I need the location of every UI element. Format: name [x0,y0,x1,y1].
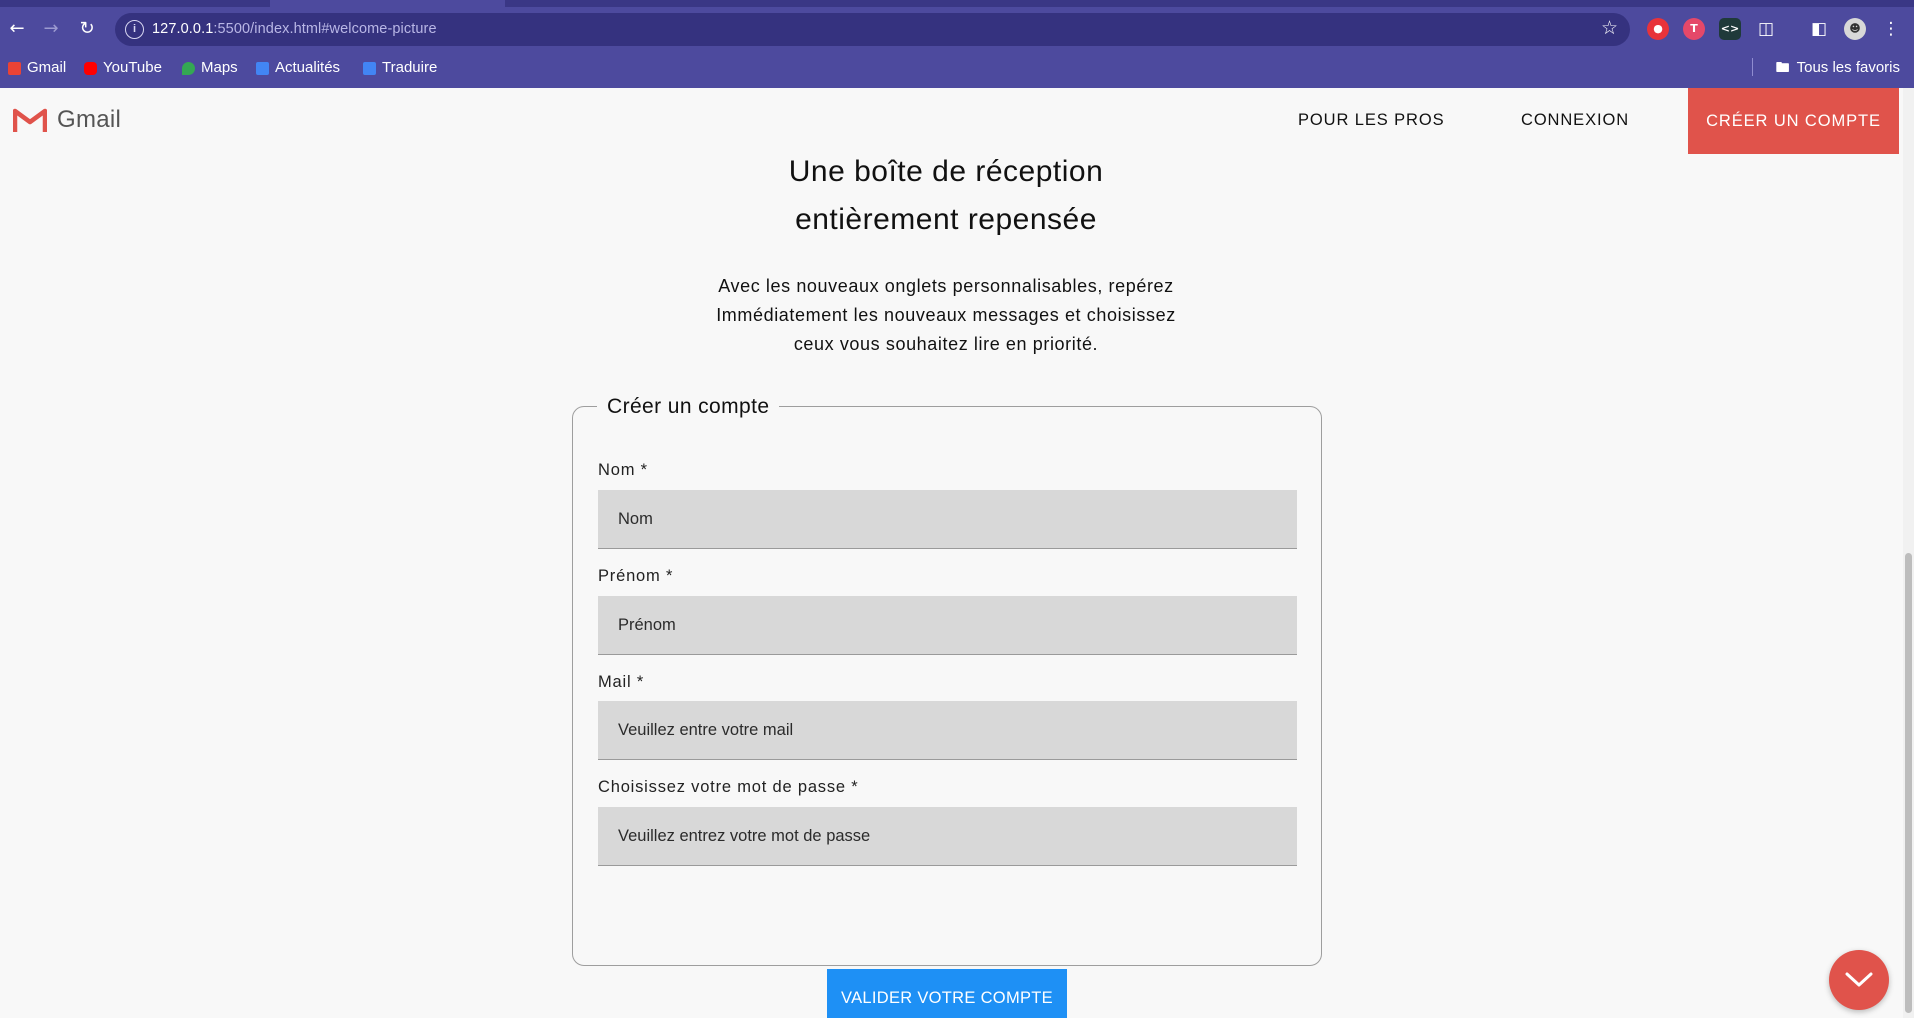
nav-login-link[interactable]: CONNEXION [1521,111,1629,130]
extension-code-icon[interactable]: <> [1719,18,1741,40]
form-legend: Créer un compte [597,395,780,419]
mail-input[interactable] [598,701,1297,760]
browser-toolbar: ← → ↻ i 127.0.0.1:5500/index.html#welcom… [0,8,1914,50]
url-host: 127.0.0.1 [152,21,214,37]
folder-icon: 🖿 [1775,60,1790,76]
reload-icon[interactable]: ↻ [74,16,100,42]
page-scrollbar[interactable] [1903,88,1914,1018]
bookmark-label: Maps [201,59,238,76]
url-path: :5500/index.html#welcome-picture [213,21,437,37]
nom-label: Nom * [598,461,648,479]
bookmark-traduire[interactable]: Traduire [363,57,437,79]
site-header: Gmail POUR LES PROS CONNEXION CRÉER UN C… [0,88,1903,154]
hero-text-line: ceux vous souhaitez lire en priorité. [793,334,1099,354]
translate-favicon-icon [363,61,376,75]
bookmark-youtube[interactable]: YouTube [84,57,162,79]
hero-title: Une boîte de réception entièrement repen… [646,148,1246,244]
web-page: Gmail POUR LES PROS CONNEXION CRÉER UN C… [0,88,1903,1018]
scrollbar-thumb[interactable] [1905,553,1912,1013]
prenom-input[interactable] [598,596,1297,655]
forward-icon[interactable]: → [38,16,64,42]
all-bookmarks[interactable]: 🖿 Tous les favoris [1776,57,1900,79]
bookmark-label: Traduire [382,59,438,76]
prenom-label: Prénom * [598,567,674,585]
browser-chrome: ← → ↻ i 127.0.0.1:5500/index.html#welcom… [0,0,1914,88]
hero-title-line: Une boîte de réception [788,155,1104,188]
create-account-button[interactable]: CRÉER UN COMPTE [1688,88,1899,154]
active-tab[interactable] [270,0,505,7]
bookmark-actualites[interactable]: Actualités [256,57,340,79]
scroll-down-button[interactable] [1829,950,1889,1010]
gmail-logo[interactable]: Gmail [13,106,121,134]
extension-t-icon[interactable]: T [1683,18,1705,40]
gmail-m-icon [13,108,47,132]
mail-label: Mail * [598,673,645,691]
hero-text-line: Immédiatement les nouveaux messages et c… [716,305,1176,325]
back-icon[interactable]: ← [4,16,30,42]
nom-input[interactable] [598,490,1297,549]
bookmark-label: Gmail [27,59,67,76]
password-input[interactable] [598,807,1297,866]
address-bar[interactable]: i 127.0.0.1:5500/index.html#welcome-pict… [115,13,1630,46]
create-account-form: Créer un compte Nom * Prénom * Mail * Ch… [572,395,1322,1018]
bookmarks-separator [1752,58,1753,76]
hero-text-line: Avec les nouveaux onglets personnalisabl… [718,276,1174,296]
maps-favicon-icon [182,61,195,75]
news-favicon-icon [256,61,269,75]
site-info-icon[interactable]: i [125,20,144,39]
gmail-favicon-icon [8,61,21,75]
bookmark-label: Actualités [275,59,341,76]
submit-account-button[interactable]: VALIDER VOTRE COMPTE [827,969,1067,1018]
tab-strip [0,0,1914,7]
hero-title-line: entièrement repensée [795,203,1097,236]
bookmark-gmail[interactable]: Gmail [8,57,66,79]
extensions-puzzle-icon[interactable]: ◫ [1755,18,1777,40]
url-text[interactable]: 127.0.0.1:5500/index.html#welcome-pictur… [152,21,437,37]
hero-text: Avec les nouveaux onglets personnalisabl… [646,272,1246,359]
nav-pros-link[interactable]: POUR LES PROS [1298,111,1445,130]
bookmarks-bar: Gmail YouTube Maps Actualités Traduire 🖿… [0,54,1914,82]
extension-red-icon[interactable]: ● [1647,18,1669,40]
youtube-favicon-icon [84,61,97,75]
password-label: Choisissez votre mot de passe * [598,778,859,796]
chevron-down-icon [1845,972,1873,987]
all-bookmarks-label: Tous les favoris [1796,59,1900,76]
bookmark-star-icon[interactable]: ☆ [1601,17,1618,39]
bookmark-maps[interactable]: Maps [182,57,238,79]
menu-dots-icon[interactable]: ⋮ [1880,18,1902,40]
side-panel-icon[interactable]: ◧ [1808,18,1830,40]
bookmark-label: YouTube [103,59,162,76]
profile-avatar[interactable]: ☻ [1844,18,1866,40]
logo-text: Gmail [57,106,122,133]
